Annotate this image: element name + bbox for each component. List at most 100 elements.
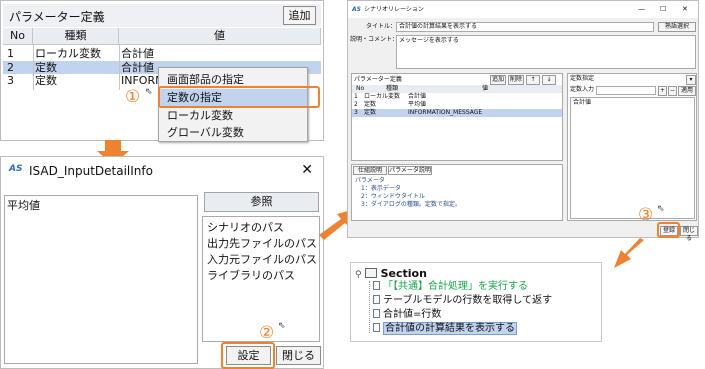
cell-no: 2 (7, 61, 14, 74)
cell-no: 1 (354, 93, 358, 100)
column-header-no: No (356, 85, 365, 92)
cursor-icon: ⇖ (278, 321, 286, 331)
tree-node-label: 「【共通】合計処理」を実行する (383, 281, 528, 292)
list-item[interactable]: 入力元ファイルのパス (207, 252, 317, 268)
cell-type: 定数 (35, 74, 57, 87)
tree-node-label: 合計値の計算結果を表示する (383, 322, 517, 335)
add-button[interactable]: 追加 (283, 6, 316, 25)
window-title: シナリオリレーション (364, 6, 424, 13)
document-icon (373, 309, 380, 318)
cell-type: ローカル変数 (35, 47, 101, 60)
panel-header: パラメーター定義 (3, 4, 321, 27)
cell-value: 合計値 (121, 47, 154, 60)
plus-button[interactable]: + (658, 86, 667, 96)
app-logo-icon: AS (352, 6, 361, 13)
tree-node-label: 合計値=行数 (383, 309, 442, 320)
comment-label: 説明・コメント： (350, 36, 399, 43)
comment-textarea[interactable]: メッセージを表示する (396, 35, 696, 69)
cell-type: 定数 (35, 61, 57, 74)
minimize-icon[interactable]: — (638, 5, 645, 13)
title-label: タイトル： (366, 23, 397, 30)
column-header-value[interactable]: 値 (119, 28, 321, 45)
minus-button[interactable]: − (668, 86, 677, 96)
document-icon (373, 281, 380, 290)
step-number: ② (259, 323, 275, 343)
step-number: ① (125, 87, 141, 107)
cell-value: 平均値 (408, 101, 427, 108)
cursor-icon: ⇖ (657, 204, 665, 214)
column-divider (119, 45, 120, 90)
document-icon (373, 323, 380, 332)
const-panel-title: 定数指定 (570, 75, 595, 82)
description-panel: 仕組説明 パラメータ説明 パラメータ 1：表示データ 2：ウィンドウタイトル 3… (351, 164, 563, 221)
highlight-box (221, 342, 275, 369)
title-value: 合計値の計算結果を表示する (399, 23, 478, 30)
tree-node-selected[interactable]: 合計値の計算結果を表示する (373, 322, 517, 336)
dialog-titlebar: AS ISAD_InputDetailInfo ✕ (1, 157, 323, 187)
cell-type: 定数 (364, 109, 377, 116)
tree-root[interactable]: ⚲ Section (355, 267, 427, 281)
term-select-button[interactable]: 熟語選択 (658, 22, 696, 32)
cursor-icon: ⇖ (145, 87, 153, 97)
cell-value: 合計値 (121, 61, 154, 74)
column-header-no[interactable]: No (3, 28, 33, 45)
param-delete-button[interactable]: 削除 (508, 75, 524, 85)
tree-root-label: Section (380, 267, 427, 280)
close-icon[interactable]: ✕ (682, 5, 688, 13)
value-textarea[interactable]: 平均値 (4, 195, 198, 364)
step-number: ③ (638, 205, 654, 225)
close-button[interactable]: 閉じる (680, 226, 698, 242)
desc-line: 2：ウィンドウタイトル (355, 193, 425, 200)
column-header-type: 種類 (386, 85, 399, 92)
app-logo-icon: AS (9, 164, 23, 174)
tree-node[interactable]: 合計値=行数 (373, 308, 441, 322)
move-down-button[interactable]: ↓ (542, 75, 556, 85)
highlight-box (158, 86, 320, 108)
cell-no: 3 (354, 109, 358, 116)
list-item[interactable]: 出力先ファイルのパス (207, 236, 317, 252)
input-detail-dialog: AS ISAD_InputDetailInfo ✕ 平均値 参照 シナリオのパス… (0, 156, 324, 369)
maximize-icon[interactable]: ☐ (660, 5, 666, 13)
tab-parameter[interactable]: パラメータ説明 (388, 166, 432, 175)
document-icon (373, 295, 380, 304)
list-item[interactable]: シナリオのパス (207, 220, 315, 236)
chevron-down-icon[interactable]: ▾ (686, 75, 696, 85)
menu-item-global-variable[interactable]: グローバル変数 (159, 124, 307, 142)
scenario-relation-window: AS シナリオリレーション — ☐ ✕ タイトル： 合計値の計算結果を表示する … (347, 0, 699, 242)
highlight-box (657, 222, 680, 238)
apply-button[interactable]: 適用 (678, 86, 696, 96)
constant-panel: 定数指定 ▾ 定数入力 + − 適用 合計値 (567, 73, 697, 221)
cell-value: INFORM (121, 74, 159, 87)
cell-value: 合計値 (408, 93, 427, 100)
parameter-table-panel: パラメーター定義 追加 削除 ↑ ↓ No 種類 値 1 ローカル変数 合計値 … (351, 73, 563, 161)
scenario-tree: ⚲ Section 「【共通】合計処理」を実行する テーブルモデルの行数を取得し… (350, 262, 602, 342)
tree-expand-icon[interactable]: ⚲ (355, 270, 362, 280)
tree-node[interactable]: 「【共通】合計処理」を実行する (373, 280, 528, 294)
column-header-value: 値 (482, 85, 489, 92)
desc-line: パラメータ (355, 177, 385, 184)
const-value-area[interactable]: 合計値 (570, 97, 695, 219)
column-divider (33, 45, 34, 90)
column-header-type[interactable]: 種類 (33, 28, 119, 45)
const-input-field[interactable] (596, 86, 656, 95)
desc-line: 3：ダイアログの種類。定数で指定。 (355, 201, 461, 208)
menu-item-local-variable[interactable]: ローカル変数 (159, 107, 307, 125)
close-icon[interactable]: ✕ (301, 162, 313, 178)
tree-node-label: テーブルモデルの行数を取得して返す (383, 295, 553, 306)
title-input[interactable]: 合計値の計算結果を表示する (396, 22, 654, 32)
param-panel-title: パラメーター定義 (354, 76, 402, 83)
diagonal-arrow-icon (614, 238, 644, 268)
panel-title: パラメーター定義 (9, 10, 105, 24)
param-add-button[interactable]: 追加 (490, 75, 506, 85)
move-up-button[interactable]: ↑ (526, 75, 540, 85)
tab-mechanism[interactable]: 仕組説明 (353, 166, 387, 175)
tree-line (369, 281, 370, 333)
cell-value: INFORMATION_MESSAGE (408, 109, 483, 116)
reference-button[interactable]: 参照 (204, 192, 319, 212)
close-button[interactable]: 閉じる (276, 346, 321, 365)
comment-value: メッセージを表示する (399, 37, 459, 44)
list-item[interactable]: ライブラリのパス (207, 268, 315, 284)
cell-no: 2 (354, 101, 358, 108)
tree-node[interactable]: テーブルモデルの行数を取得して返す (373, 294, 552, 308)
window-titlebar: AS シナリオリレーション — ☐ ✕ (348, 1, 698, 18)
